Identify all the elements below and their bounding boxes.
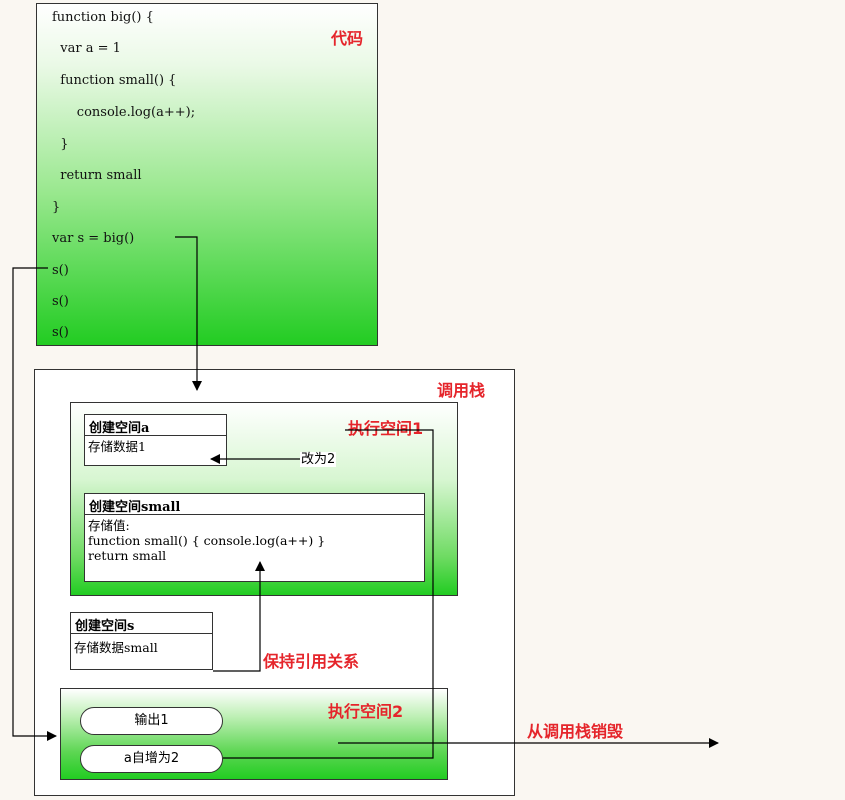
arrow-call-s bbox=[12, 267, 57, 741]
connector-lines bbox=[12, 236, 719, 759]
arrow-change-a bbox=[223, 429, 434, 759]
arrow-keep-ref bbox=[213, 561, 265, 672]
arrow-call-big bbox=[175, 236, 202, 391]
change-to-2-label: 改为2 bbox=[300, 452, 337, 467]
